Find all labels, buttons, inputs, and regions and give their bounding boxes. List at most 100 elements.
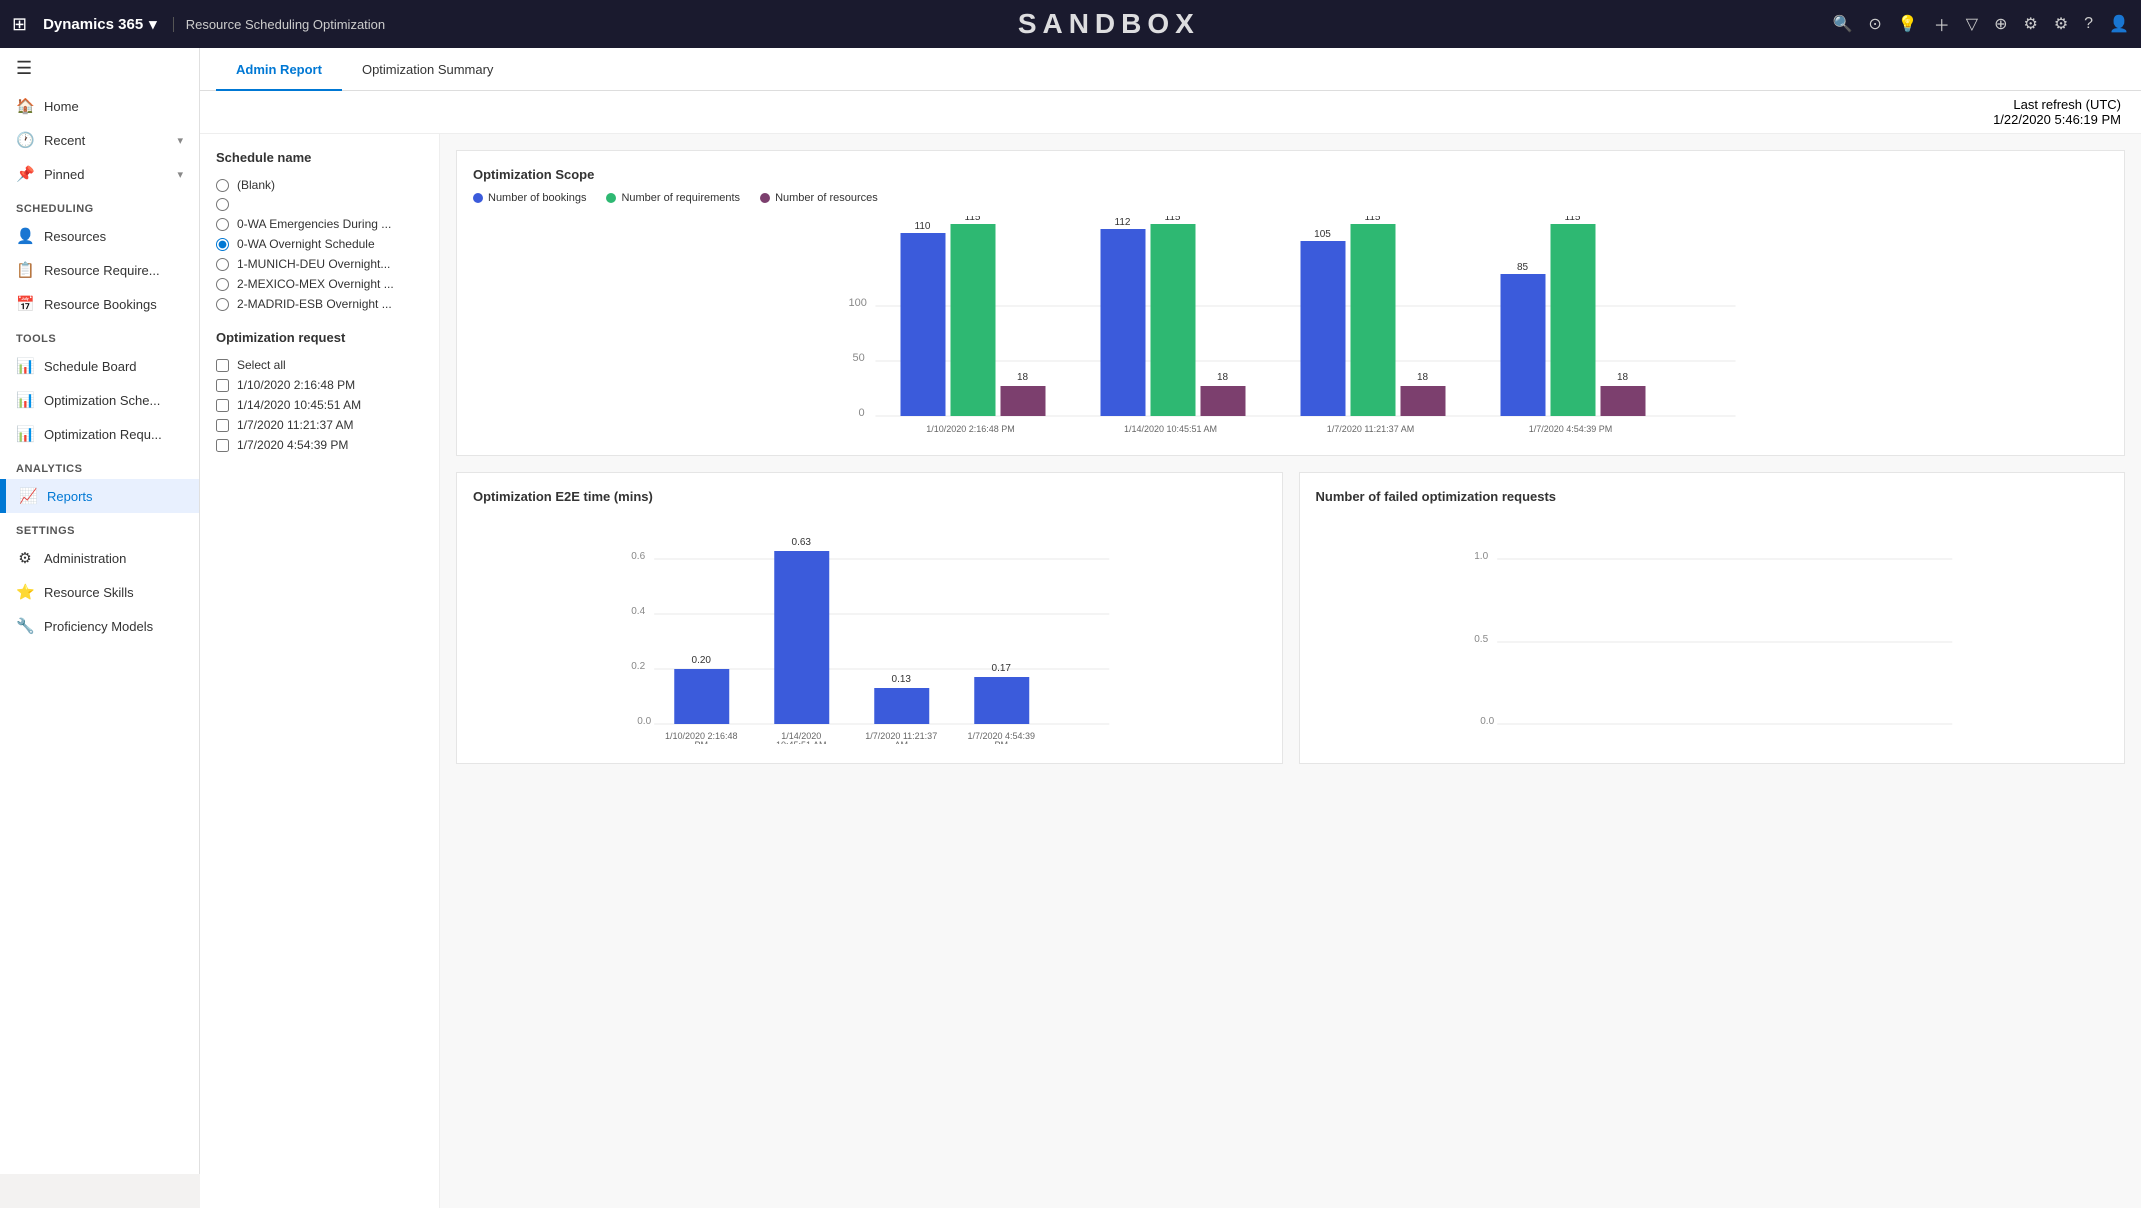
sidebar-item-schedule-board[interactable]: 📊 Schedule Board xyxy=(0,349,199,383)
tools-section-label: Tools xyxy=(0,321,199,349)
sidebar-label-opt-request: Optimization Requ... xyxy=(44,427,162,442)
settings-icon[interactable]: ⚙ xyxy=(2023,14,2037,34)
filter-mexico[interactable]: 2-MEXICO-MEX Overnight ... xyxy=(216,274,423,294)
reports-icon: 📈 xyxy=(19,487,37,505)
sidebar-label-requirements: Resource Require... xyxy=(44,263,160,278)
filter-opt-3[interactable]: 1/7/2020 11:21:37 AM xyxy=(216,415,423,435)
filter-blank[interactable]: (Blank) xyxy=(216,175,423,195)
filter-wa-emergencies[interactable]: 0-WA Emergencies During ... xyxy=(216,214,423,234)
charts-area: Optimization Scope Number of bookings Nu… xyxy=(440,134,2141,1208)
sidebar-item-resource-bookings[interactable]: 📅 Resource Bookings xyxy=(0,287,199,321)
svg-text:105: 105 xyxy=(1314,229,1331,240)
sidebar-item-pinned[interactable]: 📌 Pinned ▾ xyxy=(0,157,199,191)
svg-text:1/7/2020 4:54:39 PM: 1/7/2020 4:54:39 PM xyxy=(1529,424,1613,434)
filter-opt-4[interactable]: 1/7/2020 4:54:39 PM xyxy=(216,435,423,455)
settings2-icon[interactable]: ⚙ xyxy=(2054,14,2068,34)
opt-request-icon: 📊 xyxy=(16,425,34,443)
schedule-name-label: Schedule name xyxy=(216,150,423,165)
lightbulb-icon[interactable]: 💡 xyxy=(1898,14,1918,34)
add-icon[interactable]: ＋ xyxy=(1934,12,1950,36)
sidebar-item-recent[interactable]: 🕐 Recent ▾ xyxy=(0,123,199,157)
sidebar-item-home[interactable]: 🏠 Home xyxy=(0,89,199,123)
bar-4-bookings xyxy=(1501,274,1546,416)
sidebar-label-home: Home xyxy=(44,99,79,114)
svg-text:0.4: 0.4 xyxy=(631,606,645,617)
legend-bookings: Number of bookings xyxy=(473,192,586,204)
bottom-charts-row: Optimization E2E time (mins) 0.0 0.2 0.4… xyxy=(456,472,2125,764)
proficiency-icon: 🔧 xyxy=(16,617,34,635)
sidebar-toggle[interactable]: ☰ xyxy=(0,48,199,89)
settings-section-label: Settings xyxy=(0,513,199,541)
svg-text:0.5: 0.5 xyxy=(1474,634,1488,645)
failed-chart-card: Number of failed optimization requests 0… xyxy=(1299,472,2126,764)
bar-1-requirements xyxy=(951,224,996,416)
filter-madrid[interactable]: 2-MADRID-ESB Overnight ... xyxy=(216,294,423,314)
filter-select-all[interactable]: Select all xyxy=(216,355,423,375)
sidebar-item-proficiency[interactable]: 🔧 Proficiency Models xyxy=(0,609,199,643)
zoom-icon[interactable]: ⊕ xyxy=(1994,14,2007,34)
svg-text:AM: AM xyxy=(895,740,909,744)
svg-text:1/14/2020 10:45:51 AM: 1/14/2020 10:45:51 AM xyxy=(1124,424,1217,434)
filter-panel: Schedule name (Blank) 0-WA Emergencies D… xyxy=(200,134,440,1208)
analytics-section-label: Analytics xyxy=(0,451,199,479)
filter-opt-1[interactable]: 1/10/2020 2:16:48 PM xyxy=(216,375,423,395)
sidebar-item-opt-schedule[interactable]: 📊 Optimization Sche... xyxy=(0,383,199,417)
check-circle-icon[interactable]: ⊙ xyxy=(1868,14,1881,34)
bar-3-bookings xyxy=(1301,241,1346,416)
svg-text:0.13: 0.13 xyxy=(892,674,912,685)
svg-text:115: 115 xyxy=(1165,216,1181,223)
filter-wa-overnight[interactable]: 0-WA Overnight Schedule xyxy=(216,234,423,254)
svg-text:10:45:51 AM: 10:45:51 AM xyxy=(776,740,827,744)
e2e-bar-2 xyxy=(774,551,829,724)
bar-4-requirements xyxy=(1551,224,1596,416)
tab-bar: Admin Report Optimization Summary xyxy=(200,48,2141,91)
legend-label-requirements: Number of requirements xyxy=(621,192,740,204)
sidebar-item-resources[interactable]: 👤 Resources xyxy=(0,219,199,253)
filter-opt-2[interactable]: 1/14/2020 10:45:51 AM xyxy=(216,395,423,415)
pinned-chevron: ▾ xyxy=(177,168,183,181)
tab-optimization-summary[interactable]: Optimization Summary xyxy=(342,48,513,91)
sidebar-label-opt-schedule: Optimization Sche... xyxy=(44,393,160,408)
e2e-chart-card: Optimization E2E time (mins) 0.0 0.2 0.4… xyxy=(456,472,1283,764)
svg-text:50: 50 xyxy=(853,352,865,364)
brand[interactable]: Dynamics 365 ▾ xyxy=(43,15,157,33)
opt-schedule-icon: 📊 xyxy=(16,391,34,409)
filter-empty[interactable] xyxy=(216,195,423,214)
bar-3-resources xyxy=(1401,386,1446,416)
filter-munich[interactable]: 1-MUNICH-DEU Overnight... xyxy=(216,254,423,274)
top-nav: ⊞ Dynamics 365 ▾ Resource Scheduling Opt… xyxy=(0,0,2141,48)
pin-icon: 📌 xyxy=(16,165,34,183)
sidebar-item-reports[interactable]: 📈 Reports xyxy=(0,479,199,513)
svg-text:0.17: 0.17 xyxy=(992,663,1012,674)
help-icon[interactable]: ? xyxy=(2084,15,2093,33)
tab-admin-report[interactable]: Admin Report xyxy=(216,48,342,91)
filter-icon[interactable]: ▽ xyxy=(1966,14,1978,34)
svg-text:0: 0 xyxy=(859,407,865,419)
legend-requirements: Number of requirements xyxy=(606,192,740,204)
waffle-icon[interactable]: ⊞ xyxy=(12,14,27,35)
svg-text:115: 115 xyxy=(1565,216,1581,223)
sidebar-item-resource-requirements[interactable]: 📋 Resource Require... xyxy=(0,253,199,287)
user-icon[interactable]: 👤 xyxy=(2109,14,2129,34)
last-refresh-value: 1/22/2020 5:46:19 PM xyxy=(1993,112,2121,127)
svg-text:85: 85 xyxy=(1517,262,1529,273)
svg-text:0.6: 0.6 xyxy=(631,551,645,562)
svg-text:115: 115 xyxy=(1365,216,1381,223)
sidebar-label-skills: Resource Skills xyxy=(44,585,134,600)
recent-chevron: ▾ xyxy=(177,134,183,147)
svg-text:PM: PM xyxy=(995,740,1009,744)
bar-3-requirements xyxy=(1351,224,1396,416)
sidebar: ☰ 🏠 Home 🕐 Recent ▾ 📌 Pinned ▾ Schedulin… xyxy=(0,48,200,1174)
sidebar-item-resource-skills[interactable]: ⭐ Resource Skills xyxy=(0,575,199,609)
schedule-board-icon: 📊 xyxy=(16,357,34,375)
sidebar-item-administration[interactable]: ⚙ Administration xyxy=(0,541,199,575)
sidebar-label-recent: Recent xyxy=(44,133,85,148)
brand-name: Dynamics 365 xyxy=(43,16,143,33)
search-icon[interactable]: 🔍 xyxy=(1833,14,1853,34)
legend-label-resources: Number of resources xyxy=(775,192,878,204)
svg-text:100: 100 xyxy=(849,297,867,309)
sidebar-item-opt-request[interactable]: 📊 Optimization Requ... xyxy=(0,417,199,451)
sandbox-label: SANDBOX xyxy=(397,8,1820,40)
legend-label-bookings: Number of bookings xyxy=(488,192,586,204)
sidebar-label-proficiency: Proficiency Models xyxy=(44,619,153,634)
